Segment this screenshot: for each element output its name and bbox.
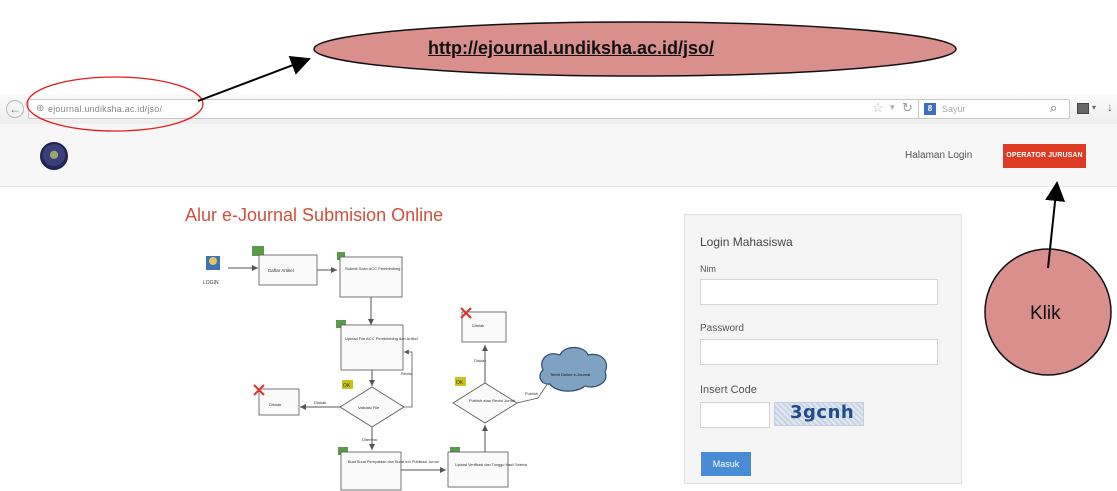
flow-node-daftar: Daftar Artikel bbox=[252, 246, 318, 286]
svg-text:Publish atau Revisi Jurnal: Publish atau Revisi Jurnal bbox=[469, 398, 515, 403]
svg-text:Buat Surat Pernyataan dan Sura: Buat Surat Pernyataan dan Surat Izin Pub… bbox=[348, 460, 439, 464]
flow-decision-publish: Publish atau Revisi Jurnal OK bbox=[452, 377, 518, 424]
svg-text:Ditolak: Ditolak bbox=[474, 358, 486, 363]
svg-text:OK: OK bbox=[343, 383, 351, 389]
flow-node-ditolak: Ditolak bbox=[253, 384, 300, 416]
svg-text:Ditolak: Ditolak bbox=[472, 323, 484, 328]
svg-text:OK: OK bbox=[456, 380, 464, 386]
password-input[interactable] bbox=[700, 339, 938, 365]
login-submit-button[interactable]: Masuk bbox=[701, 452, 751, 476]
flow-node-upload-verifikasi: Upload Verifikasi dan Tunggu Hasil Selek… bbox=[447, 447, 527, 488]
svg-text:Ditolak: Ditolak bbox=[314, 400, 326, 405]
svg-text:LOGIN: LOGIN bbox=[203, 280, 219, 286]
nim-label: Nim bbox=[700, 264, 716, 274]
code-label: Insert Code bbox=[700, 384, 757, 396]
url-callout-arrow bbox=[197, 56, 311, 102]
svg-text:Upload Verifikasi dan Tunggu H: Upload Verifikasi dan Tunggu Hasil Selek… bbox=[455, 463, 527, 467]
svg-text:Validasi File: Validasi File bbox=[358, 405, 380, 410]
password-label: Password bbox=[700, 323, 744, 334]
flow-decision-validasi: Validasi File OK bbox=[339, 380, 405, 428]
url-highlight-ring bbox=[26, 76, 204, 132]
svg-text:Diterima: Diterima bbox=[362, 437, 378, 442]
captcha-text: 3gcnh bbox=[790, 402, 855, 423]
flow-node-submit-scan: Submit Scan ACC Pembimbing bbox=[337, 252, 403, 298]
svg-text:Publish: Publish bbox=[525, 391, 538, 396]
svg-text:Submit Scan ACC Pembimbing: Submit Scan ACC Pembimbing bbox=[345, 266, 400, 271]
flow-node-cloud: Terbit Online e-Journal bbox=[539, 346, 608, 392]
flow-node-ditolak-final: Ditolak bbox=[460, 307, 507, 343]
captcha-input[interactable] bbox=[700, 402, 770, 428]
flow-node-buat-surat: Buat Surat Pernyataan dan Surat Izin Pub… bbox=[338, 447, 439, 491]
url-callout-text: http://ejournal.undiksha.ac.id/jso/ bbox=[428, 38, 715, 58]
nim-input[interactable] bbox=[700, 279, 938, 305]
login-panel-title: Login Mahasiswa bbox=[700, 235, 793, 249]
svg-text:Revisi: Revisi bbox=[401, 371, 412, 376]
flow-node-login: LOGIN bbox=[203, 256, 220, 286]
svg-text:Terbit Online e-Journal: Terbit Online e-Journal bbox=[550, 372, 590, 377]
flow-node-upload: Upload File ACC Pembimbing dan Artikel bbox=[336, 320, 418, 371]
svg-text:Daftar Artikel: Daftar Artikel bbox=[268, 268, 294, 273]
svg-text:Upload File ACC Pembimbing dan: Upload File ACC Pembimbing dan Artikel bbox=[345, 336, 418, 341]
svg-text:Ditolak: Ditolak bbox=[269, 402, 281, 407]
click-callout-text: Klik bbox=[1030, 303, 1061, 324]
